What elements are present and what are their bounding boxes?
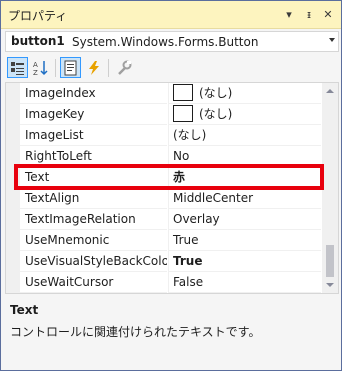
image-swatch	[173, 84, 193, 101]
property-value[interactable]: (なし)	[168, 104, 321, 125]
property-name: TextAlign	[20, 188, 167, 209]
property-row-imagekey[interactable]: ImageKey (なし)	[6, 104, 321, 125]
properties-icon	[64, 60, 77, 76]
categorized-icon	[11, 62, 24, 75]
alphabetical-button[interactable]: A Z	[30, 57, 51, 78]
property-row-usevisualstylebackcolor[interactable]: UseVisualStyleBackColo True	[6, 251, 321, 272]
title-bar[interactable]: プロパティ ▾ ᵻ ✕	[1, 1, 341, 29]
close-icon[interactable]: ✕	[320, 7, 336, 23]
property-row-textalign[interactable]: TextAlign MiddleCenter	[6, 188, 321, 209]
property-name: UseMnemonic	[20, 230, 167, 251]
property-row-usewaitcursor[interactable]: UseWaitCursor False	[6, 272, 321, 293]
window-title: プロパティ	[8, 9, 68, 23]
property-row-imageindex[interactable]: ImageIndex (なし)	[6, 83, 321, 104]
object-name: button1	[11, 34, 65, 48]
image-swatch	[173, 105, 193, 122]
scrollbar-thumb[interactable]	[326, 245, 334, 277]
scroll-up-icon[interactable]	[326, 89, 334, 93]
property-name: UseVisualStyleBackColo	[20, 251, 167, 272]
scroll-down-icon[interactable]	[326, 283, 334, 287]
svg-text:Z: Z	[33, 69, 38, 76]
categorized-button[interactable]	[7, 57, 28, 78]
chevron-down-icon[interactable]	[329, 38, 335, 42]
property-value[interactable]: Overlay	[168, 209, 321, 230]
highlight-box	[14, 164, 324, 190]
property-name: TextImageRelation	[20, 209, 167, 230]
properties-button[interactable]	[60, 57, 81, 78]
events-icon	[89, 61, 99, 75]
svg-text:A: A	[33, 61, 38, 69]
property-value[interactable]: (なし)	[168, 125, 321, 146]
property-name: UseWaitCursor	[20, 272, 167, 293]
property-value[interactable]: (なし)	[168, 83, 321, 104]
property-value[interactable]: False	[168, 272, 321, 293]
object-selector[interactable]: button1 System.Windows.Forms.Button	[5, 31, 339, 52]
toolbar-separator	[55, 59, 56, 77]
description-text: コントロールに関連付けられたテキストです。	[10, 325, 261, 339]
property-name: ImageIndex	[20, 83, 167, 104]
property-name: ImageKey	[20, 104, 167, 125]
property-row-usemnemonic[interactable]: UseMnemonic True	[6, 230, 321, 251]
property-row-imagelist[interactable]: ImageList (なし)	[6, 125, 321, 146]
events-button[interactable]	[83, 57, 104, 78]
property-name: ImageList	[20, 125, 167, 146]
toolbar-separator	[108, 59, 109, 77]
property-value[interactable]: True	[168, 251, 321, 272]
property-pages-button[interactable]	[113, 57, 134, 78]
vertical-scrollbar[interactable]	[322, 83, 338, 293]
pin-icon[interactable]: ᵻ	[301, 7, 317, 23]
property-row-textimagerelation[interactable]: TextImageRelation Overlay	[6, 209, 321, 230]
property-value[interactable]: MiddleCenter	[168, 188, 321, 209]
dropdown-icon[interactable]: ▾	[281, 7, 297, 23]
description-title: Text	[10, 303, 39, 317]
object-type: System.Windows.Forms.Button	[72, 35, 259, 49]
description-pane: Text コントロールに関連付けられたテキストです。	[5, 297, 339, 368]
properties-window: プロパティ ▾ ᵻ ✕ button1 System.Windows.Forms…	[0, 0, 342, 371]
toolbar: A Z	[5, 56, 339, 80]
property-value[interactable]: True	[168, 230, 321, 251]
alphabetical-icon: A Z	[33, 61, 48, 76]
property-pages-icon	[118, 60, 132, 75]
